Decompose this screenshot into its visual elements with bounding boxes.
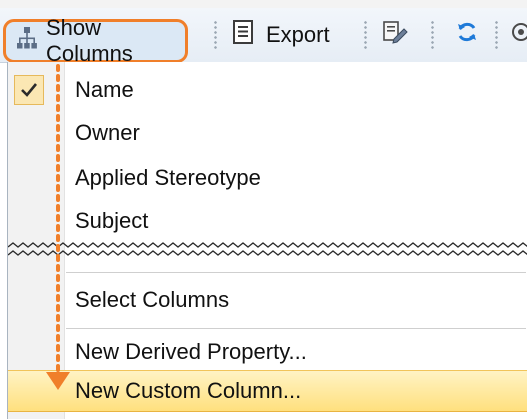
menu-item-label: New Derived Property... — [75, 339, 307, 364]
checkmark-box — [14, 75, 44, 105]
export-label: Export — [266, 22, 330, 47]
menu-item-new-custom-column[interactable]: New Custom Column... — [8, 370, 527, 412]
edit-document-button[interactable] — [382, 8, 408, 62]
menu-item-label: Select Columns — [75, 287, 230, 312]
menu-item-applied-stereotype[interactable]: Applied Stereotype — [8, 157, 527, 199]
menu-item-owner[interactable]: Owner — [8, 112, 527, 154]
toolbar-separator — [214, 20, 217, 50]
show-columns-menu: Name Owner Applied Stereotype Subject Se… — [7, 62, 527, 419]
menu-separator — [66, 272, 526, 273]
edit-document-icon — [382, 19, 408, 51]
menu-item-label: Subject — [75, 208, 149, 233]
export-document-icon — [232, 19, 256, 51]
toolbar-separator — [431, 20, 434, 50]
table-toolbar: Show Columns Export — [0, 8, 527, 66]
target-button[interactable] — [510, 8, 527, 62]
toolbar-separator — [495, 20, 498, 50]
show-columns-button[interactable]: Show Columns — [3, 15, 188, 66]
menu-item-label: Applied Stereotype — [75, 165, 261, 190]
checkmark-icon — [21, 83, 38, 97]
menu-item-label: Name — [75, 77, 134, 102]
omitted-items-break — [8, 242, 527, 256]
toolbar-separator — [364, 20, 367, 50]
menu-item-label: New Custom Column... — [75, 378, 302, 403]
show-columns-label: Show Columns — [46, 15, 133, 66]
menu-separator — [66, 328, 526, 329]
screenshot-stage: Show Columns Export Name Owner Applied S… — [0, 0, 527, 419]
menu-item-subject[interactable]: Subject — [8, 200, 527, 242]
target-icon — [510, 21, 527, 49]
menu-item-label: Owner — [75, 120, 140, 145]
refresh-icon — [455, 20, 479, 50]
menu-item-select-columns[interactable]: Select Columns — [8, 279, 527, 321]
window-top-edge — [0, 0, 527, 8]
menu-item-name[interactable]: Name — [8, 69, 527, 111]
column-tree-icon — [16, 26, 38, 56]
export-button[interactable]: Export — [232, 8, 330, 62]
menu-item-new-derived-property[interactable]: New Derived Property... — [8, 331, 527, 373]
refresh-button[interactable] — [455, 8, 479, 62]
